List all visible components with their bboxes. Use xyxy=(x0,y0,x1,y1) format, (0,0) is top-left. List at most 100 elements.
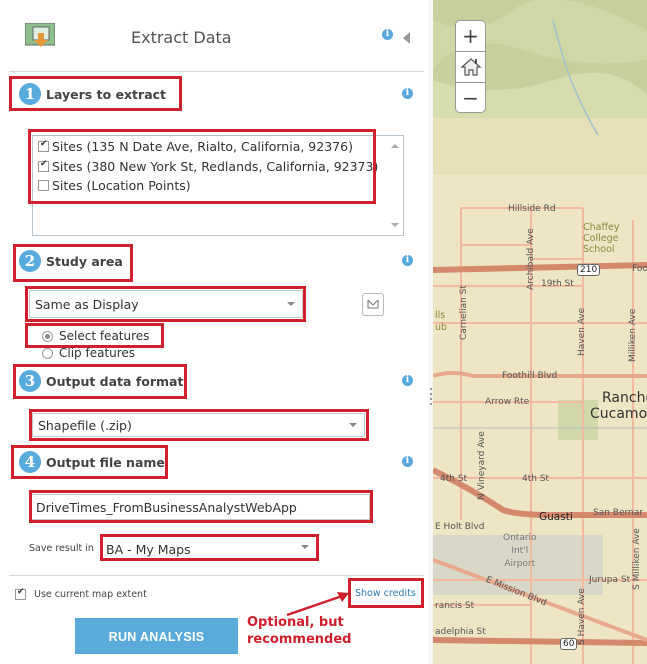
map-label: Haven Ave xyxy=(577,307,587,356)
output-format-select[interactable]: Shapefile (.zip) xyxy=(32,413,365,437)
map-label: Guasti xyxy=(539,511,573,523)
zoom-in-button[interactable]: + xyxy=(456,21,485,51)
map-label-line: College xyxy=(583,233,619,244)
radio-clip-features[interactable]: Clip features xyxy=(42,346,135,360)
map-label: Rancho Cucamonga xyxy=(590,390,647,422)
map-label: Ontario Int'l Airport xyxy=(503,532,537,571)
map-label: 4th St xyxy=(522,474,550,484)
layer-checkbox[interactable] xyxy=(38,139,49,152)
layer-item[interactable]: Sites (380 New York St, Redlands, Califo… xyxy=(38,159,378,174)
layer-label: Sites (135 N Date Ave, Rialto, Californi… xyxy=(52,139,353,154)
scroll-up-arrow-icon[interactable] xyxy=(391,144,399,148)
zoom-out-button[interactable]: − xyxy=(456,83,485,113)
step-output-file-name: 4 Output file name xyxy=(19,451,165,473)
annotation-line: recommended xyxy=(247,632,352,647)
map-label: S Milliken Ave xyxy=(632,528,642,590)
step-label: Output file name xyxy=(46,454,165,470)
splitter-handle-icon[interactable] xyxy=(430,388,432,408)
save-result-select[interactable]: BA - My Maps xyxy=(103,537,316,561)
save-result-value: BA - My Maps xyxy=(106,541,191,557)
output-file-name-input[interactable]: DriveTimes_FromBusinessAnalystWebApp xyxy=(31,494,370,520)
study-area-value: Same as Display xyxy=(35,296,139,312)
chevron-down-icon xyxy=(301,545,309,549)
layer-checkbox[interactable] xyxy=(38,159,49,172)
map-label: adelphia St xyxy=(435,627,486,637)
step-output-data-format: 3 Output data format xyxy=(19,370,183,392)
use-extent-label: Use current map extent xyxy=(34,589,147,600)
map-label: Foothill Blvd xyxy=(502,371,558,381)
info-icon[interactable]: i xyxy=(402,456,413,467)
map-label: Arrow Rte xyxy=(485,397,530,407)
layer-label: Sites (Location Points) xyxy=(52,178,191,193)
step-number-badge: 2 xyxy=(19,250,41,272)
layers-list[interactable]: Sites (135 N Date Ave, Rialto, Californi… xyxy=(32,135,404,236)
step-number-badge: 1 xyxy=(19,83,41,105)
show-credits-link[interactable]: Show credits xyxy=(355,588,416,599)
map-label: E Holt Blvd xyxy=(435,522,485,532)
draw-area-button[interactable] xyxy=(362,293,384,316)
map-label: 4th St xyxy=(440,474,468,484)
radio-button[interactable] xyxy=(42,330,53,342)
info-icon[interactable]: i xyxy=(402,88,413,99)
map-label-line: Chaffey xyxy=(583,222,620,233)
envelope-icon xyxy=(367,299,379,309)
map-label-line: Cucamonga xyxy=(590,406,647,422)
map-label-line: Int'l xyxy=(511,546,529,556)
map-zoom-control: + − xyxy=(455,20,486,113)
radio-button[interactable] xyxy=(42,347,53,359)
map-label: San Bernar xyxy=(593,508,643,518)
layer-item[interactable]: Sites (Location Points) xyxy=(38,178,191,193)
map-label: Jurupa St xyxy=(589,575,631,585)
map-label: N Vineyard Ave xyxy=(477,431,487,500)
layer-checkbox[interactable] xyxy=(38,180,49,191)
map-label-line: Rancho xyxy=(602,390,647,406)
map-label: Chaffey College School xyxy=(583,222,620,255)
step-number-badge: 3 xyxy=(19,370,41,392)
save-result-label: Save result in xyxy=(29,543,94,554)
info-icon[interactable]: i xyxy=(402,375,413,386)
run-analysis-button[interactable]: RUN ANALYSIS xyxy=(75,618,238,654)
step-label: Layers to extract xyxy=(46,86,167,102)
map-label: rancis St xyxy=(435,601,475,611)
radio-label: Select features xyxy=(59,329,150,343)
map-label-line: Ontario xyxy=(503,533,537,543)
route-shield: 210 xyxy=(577,264,601,276)
step-layers-to-extract: 1 Layers to extract xyxy=(19,83,166,105)
annotation-note: Optional, but recommended xyxy=(247,614,351,648)
step-label: Output data format xyxy=(46,373,184,389)
layer-label: Sites (380 New York St, Redlands, Califo… xyxy=(52,159,379,174)
info-icon[interactable]: i xyxy=(402,255,413,266)
output-file-name-value: DriveTimes_FromBusinessAnalystWebApp xyxy=(36,499,297,515)
chevron-down-icon xyxy=(349,423,357,427)
route-shield: 60 xyxy=(560,638,578,650)
study-area-select[interactable]: Same as Display xyxy=(29,290,303,318)
map-label: Carnelian St xyxy=(459,285,469,340)
use-extent-checkbox[interactable] xyxy=(15,587,26,600)
radio-select-features[interactable]: Select features xyxy=(42,329,149,343)
panel-title: Extract Data xyxy=(131,28,232,47)
step-study-area: 2 Study area xyxy=(19,250,123,272)
chevron-down-icon xyxy=(287,302,295,306)
map-label: Hillside Rd xyxy=(508,204,556,214)
map-label: S Haven Ave xyxy=(577,588,587,645)
map-label: Archibald Ave xyxy=(526,228,536,290)
layer-item[interactable]: Sites (135 N Date Ave, Rialto, Californi… xyxy=(38,139,353,154)
step-label: Study area xyxy=(46,253,123,269)
home-icon xyxy=(459,58,482,76)
footer-divider xyxy=(9,575,424,576)
annotation-line: Optional, but xyxy=(247,615,344,630)
info-icon[interactable]: i xyxy=(382,29,393,40)
extract-data-panel: Extract Data i 1 Layers to extract i Sit… xyxy=(0,0,429,664)
map-label: 19th St xyxy=(541,279,574,289)
use-current-map-extent[interactable]: Use current map extent xyxy=(15,587,147,600)
map-label: Foo xyxy=(632,264,647,274)
map-label: Milliken Ave xyxy=(628,308,638,362)
home-button[interactable] xyxy=(456,52,485,82)
header-divider xyxy=(9,71,424,72)
collapse-panel-chevron-left-icon[interactable] xyxy=(403,32,410,44)
scroll-down-arrow-icon[interactable] xyxy=(391,223,399,227)
map-label: ub xyxy=(435,322,448,333)
step-number-badge: 4 xyxy=(19,451,41,473)
output-format-value: Shapefile (.zip) xyxy=(38,417,132,433)
radio-label: Clip features xyxy=(59,346,136,360)
